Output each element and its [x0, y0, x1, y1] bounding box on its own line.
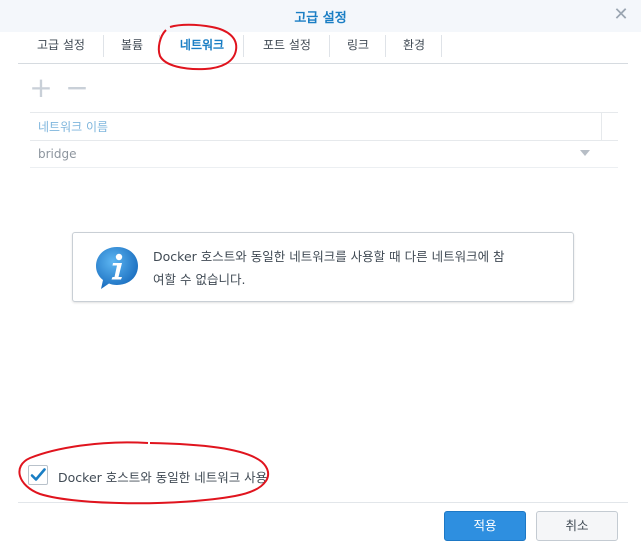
tab-network[interactable]: 네트워크	[160, 32, 244, 63]
minus-icon[interactable]: −	[64, 74, 90, 102]
column-divider	[601, 113, 602, 140]
info-icon	[96, 247, 138, 289]
footer-divider	[18, 502, 628, 503]
chevron-down-icon[interactable]	[580, 150, 590, 156]
apply-button[interactable]: 적용	[444, 511, 526, 541]
info-message-box: Docker 호스트와 동일한 네트워크를 사용할 때 다른 네트워크에 참 여…	[72, 232, 574, 302]
network-grid-header: 네트워크 이름	[30, 112, 618, 141]
host-network-checkbox[interactable]	[28, 465, 48, 485]
dialog-titlebar: 고급 설정 ✕	[0, 0, 641, 32]
tab-volume[interactable]: 볼륨	[104, 32, 160, 63]
tab-links[interactable]: 링크	[330, 32, 386, 63]
info-message: Docker 호스트와 동일한 네트워크를 사용할 때 다른 네트워크에 참 여…	[153, 245, 558, 291]
table-row[interactable]: bridge	[30, 141, 618, 168]
tab-advanced-settings[interactable]: 고급 설정	[18, 32, 104, 63]
cancel-button[interactable]: 취소	[536, 511, 618, 541]
info-message-line-1: Docker 호스트와 동일한 네트워크를 사용할 때 다른 네트워크에 참	[153, 249, 505, 264]
host-network-label[interactable]: Docker 호스트와 동일한 네트워크 사용	[58, 467, 267, 486]
close-icon[interactable]: ✕	[611, 5, 631, 25]
network-name-cell: bridge	[38, 147, 77, 161]
dialog-title: 고급 설정	[294, 11, 347, 26]
tab-environment[interactable]: 환경	[386, 32, 442, 63]
column-header-network-name[interactable]: 네트워크 이름	[38, 118, 108, 135]
plus-icon[interactable]: +	[28, 74, 54, 102]
info-message-line-2: 여할 수 없습니다.	[153, 272, 246, 287]
checkmark-icon	[30, 468, 46, 481]
tab-bar: 고급 설정 볼륨 네트워크 포트 설정 링크 환경	[18, 32, 628, 64]
tab-port-settings[interactable]: 포트 설정	[244, 32, 330, 63]
